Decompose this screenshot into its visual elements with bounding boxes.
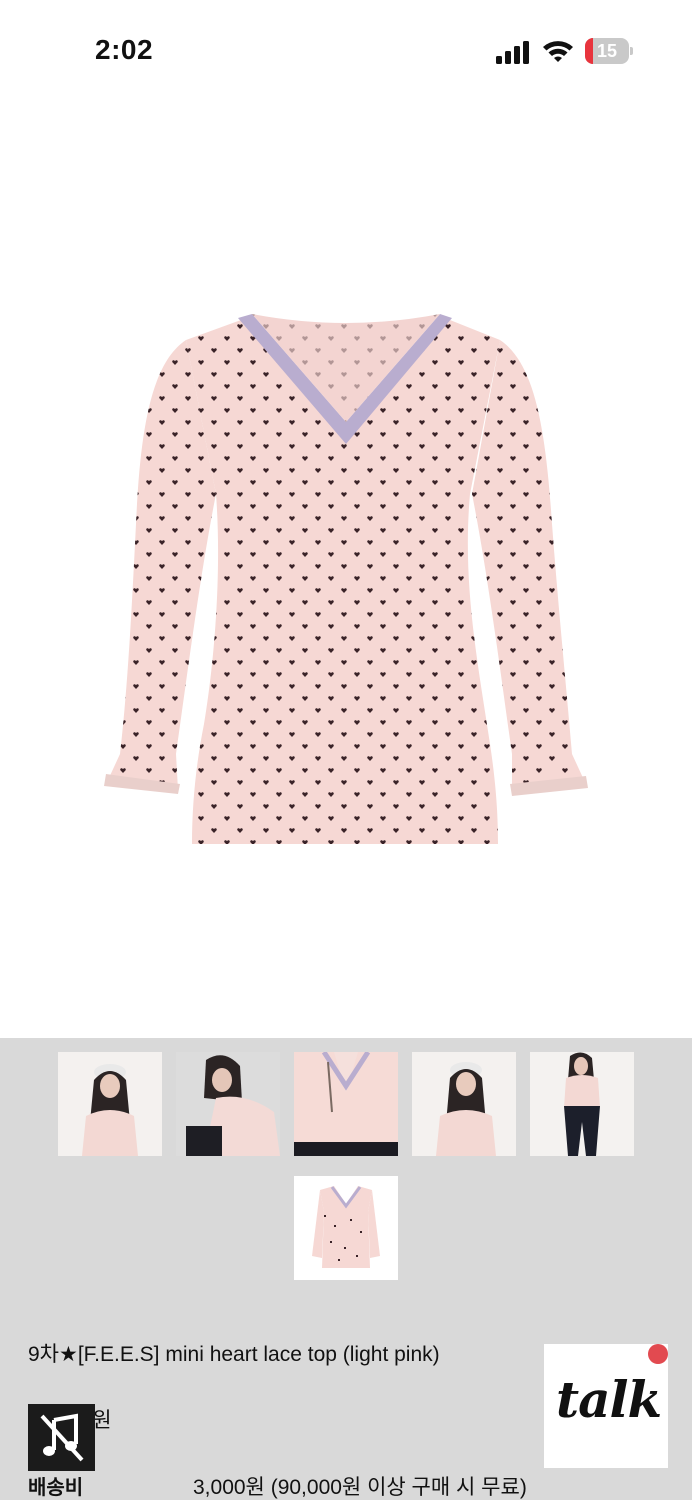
battery-level: 15 [596,41,618,61]
music-off-icon [40,1413,84,1462]
talk-label: talk [556,1370,662,1429]
status-time: 2:02 [95,34,154,65]
talk-chat-button[interactable]: talk [544,1344,668,1468]
notification-dot [648,1344,668,1364]
battery-icon: 15 [585,38,633,64]
cellular-signal-icon [496,41,529,64]
thumbnail-model-sitting[interactable] [176,1052,280,1156]
thumbnail-model-front-hat-2[interactable] [412,1052,516,1156]
main-product-image[interactable] [0,104,692,1040]
status-bar: 2:02 15 [0,0,692,104]
shipping-value: 3,000원 (90,000원 이상 구매 시 무료) [193,1476,527,1499]
shipping-label: 배송비 [28,1477,84,1499]
wifi-icon [543,41,573,62]
thumbnail-model-closeup-necklace[interactable] [294,1052,398,1156]
product-name: 9차★[F.E.E.S] mini heart lace top (light … [28,1343,440,1366]
thumbnail-model-full-body[interactable] [530,1052,634,1156]
thumbnail-product-flat[interactable] [294,1176,398,1280]
thumbnail-model-front-hat[interactable] [58,1052,162,1156]
music-toggle-button[interactable] [28,1404,95,1471]
